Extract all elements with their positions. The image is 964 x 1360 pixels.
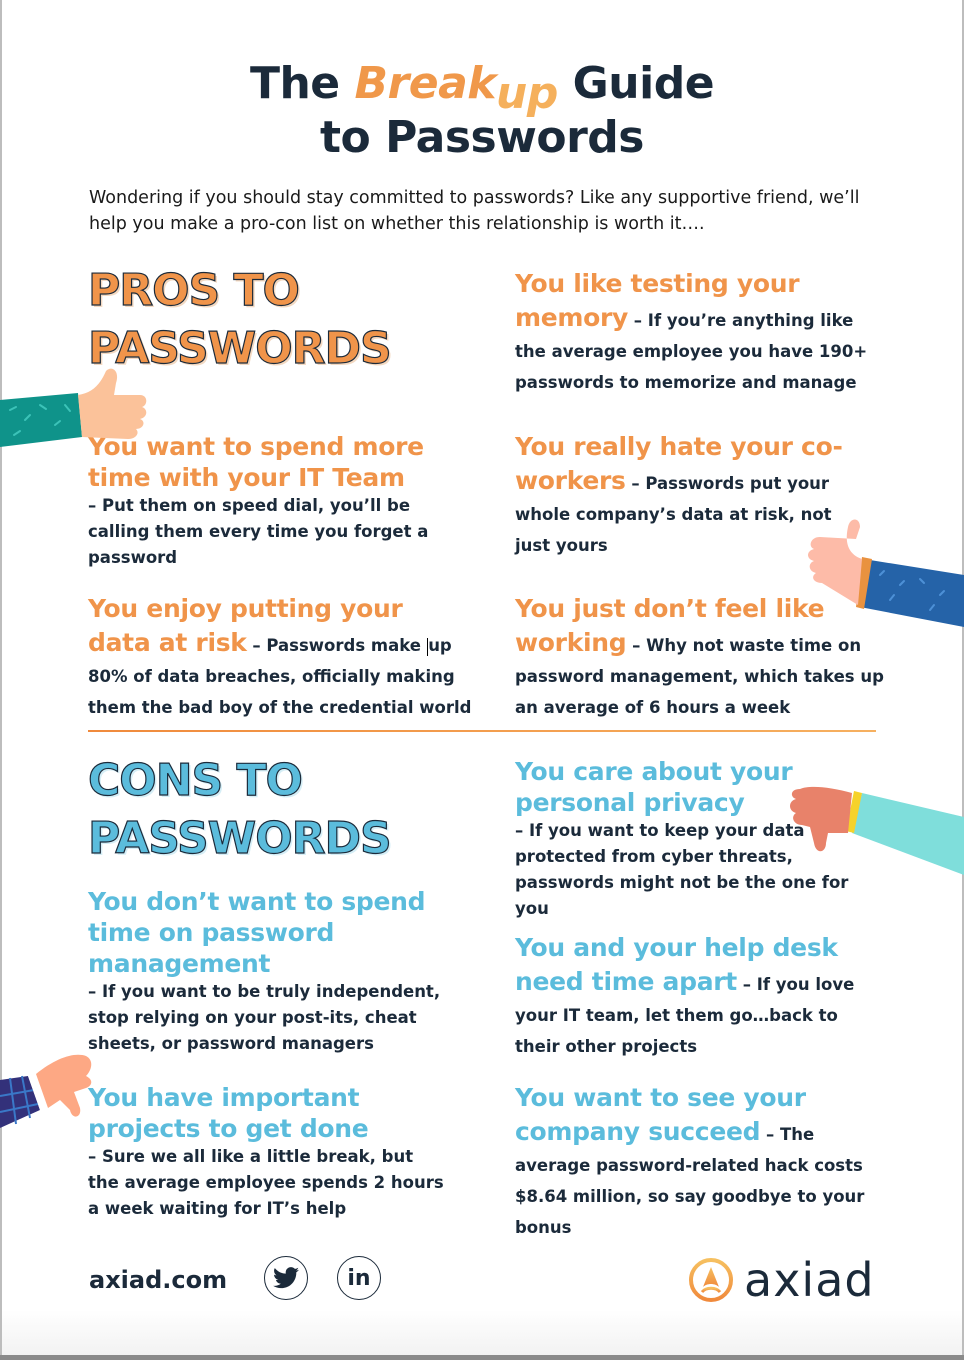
thumbs-down-hand-right-icon [790, 786, 964, 875]
cons-heading-line1: CONS TO [87, 754, 303, 806]
con-item-company-succeed: You want to see your company succeed – T… [515, 1082, 870, 1243]
con-item-heading: You don’t want to spend time on password… [88, 887, 426, 978]
axiad-logo-icon [689, 1258, 733, 1302]
thumbs-down-hand-left-icon [0, 1054, 92, 1128]
title-word-the: The [249, 58, 340, 109]
pros-heading-line1: PROS TO [87, 264, 300, 316]
pros-heading: PROS TO PASSWORDS [87, 262, 392, 378]
intro-paragraph: Wondering if you should stay committed t… [89, 188, 860, 234]
cons-heading-line2: PASSWORDS [87, 812, 392, 864]
con-item-description: – Sure we all like a little break, but t… [88, 1147, 444, 1218]
page-bottom-edge [0, 1355, 964, 1360]
con-item-heading: You care about your personal privacy [515, 757, 793, 817]
con-item-help-desk: You and your help desk need time apart –… [515, 932, 875, 1062]
con-item-password-management: You don’t want to spend time on password… [88, 886, 463, 1057]
website-link[interactable]: axiad.com [89, 1266, 227, 1294]
twitter-button[interactable] [264, 1256, 308, 1300]
con-item-description: – If you want to be truly independent, s… [88, 982, 441, 1053]
page-title-line2: to Passwords [320, 112, 644, 163]
twitter-icon [273, 1267, 299, 1289]
page-border-left [0, 0, 2, 1360]
thumbs-up-hand-right-icon [808, 519, 964, 627]
title-word-break: Break [354, 58, 497, 109]
pro-item-data-risk: You enjoy putting your data at risk – Pa… [88, 593, 473, 723]
page-bottom-shadow [0, 1310, 964, 1356]
axiad-logo: axiad [688, 1253, 875, 1307]
con-item-heading: You have important projects to get done [88, 1083, 369, 1143]
con-item-projects: You have important projects to get done … [88, 1082, 448, 1222]
cons-heading: CONS TO PASSWORDS [87, 752, 392, 868]
pro-item-memory: You like testing your memory – If you’re… [515, 268, 875, 398]
pro-item-description: – Put them on speed dial, you’ll be call… [88, 496, 429, 567]
page-title-line1: The Breakup Guide [0, 58, 964, 119]
linkedin-icon: in [347, 1265, 371, 1291]
linkedin-button[interactable]: in [337, 1256, 381, 1300]
thumbs-up-hand-left-icon [0, 368, 147, 447]
section-divider [88, 730, 876, 732]
axiad-logo-text: axiad [744, 1253, 875, 1307]
pro-item-description: – Passwords make [246, 636, 427, 655]
title-word-guide: Guide [572, 58, 715, 109]
